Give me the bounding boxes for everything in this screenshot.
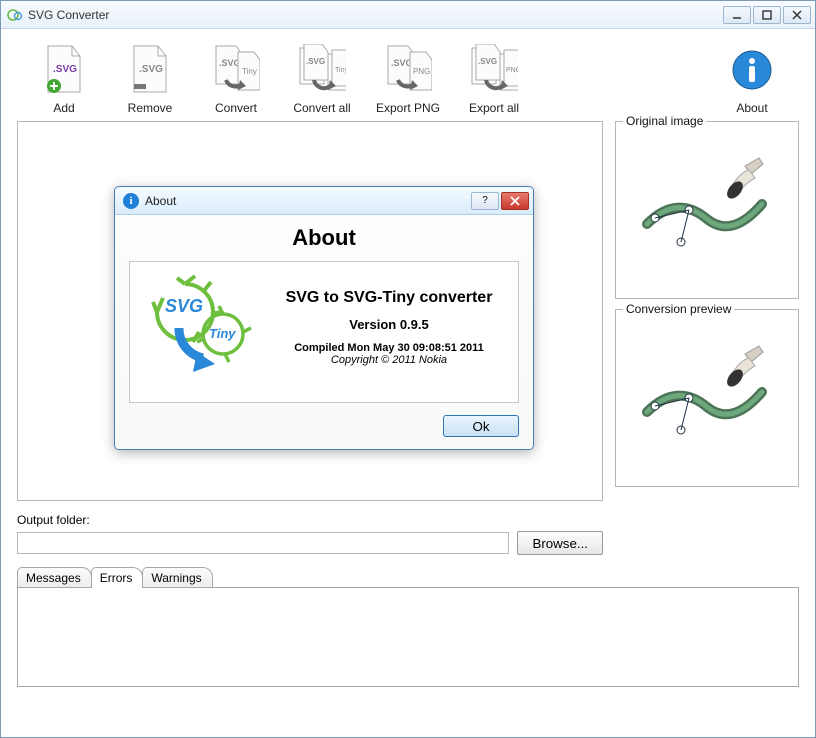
export-png-label: Export PNG (376, 101, 440, 115)
dialog-titlebar: i About ? (115, 187, 533, 215)
close-button[interactable] (783, 6, 811, 24)
info-icon (728, 43, 776, 97)
window-title: SVG Converter (28, 8, 723, 22)
output-folder-label: Output folder: (17, 513, 603, 527)
message-panel[interactable] (17, 587, 799, 687)
remove-svg-icon: .SVG (126, 43, 174, 97)
about-copyright: Copyright © 2011 Nokia (268, 354, 510, 366)
svg-text:.SVG: .SVG (306, 57, 325, 66)
toolbar: .SVG Add .SVG Remove .SVGTiny Convert .S… (1, 29, 815, 121)
maximize-button[interactable] (753, 6, 781, 24)
message-tabs: Messages Errors Warnings (17, 567, 799, 588)
dialog-close-button[interactable] (501, 192, 529, 210)
original-image-group: Original image (615, 121, 799, 299)
titlebar: SVG Converter (1, 1, 815, 29)
export-all-button[interactable]: .SVG PNG Export all (451, 43, 537, 115)
remove-label: Remove (128, 101, 173, 115)
svg-text:.SVG: .SVG (139, 64, 163, 75)
about-logo-icon: SVG Tiny (138, 272, 268, 382)
dialog-info-icon: i (123, 193, 139, 209)
add-button[interactable]: .SVG Add (21, 43, 107, 115)
about-product-name: SVG to SVG-Tiny converter (268, 288, 510, 307)
tab-messages[interactable]: Messages (17, 567, 92, 588)
tab-errors[interactable]: Errors (91, 567, 144, 588)
convert-all-label: Convert all (293, 101, 350, 115)
brush-preview-icon (637, 154, 777, 264)
original-image-label: Original image (623, 114, 706, 128)
svg-text:Tiny: Tiny (209, 326, 236, 341)
convert-button[interactable]: .SVGTiny Convert (193, 43, 279, 115)
about-content-box: SVG Tiny SVG to SVG-Tiny converter Versi… (129, 261, 519, 403)
svg-text:PNG: PNG (506, 67, 518, 74)
svg-text:.SVG: .SVG (391, 58, 413, 68)
browse-button[interactable]: Browse... (517, 531, 603, 555)
svg-text:.SVG: .SVG (219, 58, 241, 68)
tab-warnings[interactable]: Warnings (142, 567, 212, 588)
export-png-button[interactable]: .SVGPNG Export PNG (365, 43, 451, 115)
dialog-help-button[interactable]: ? (471, 192, 499, 210)
add-label: Add (53, 101, 74, 115)
output-folder-row: Output folder: Browse... (17, 513, 603, 555)
svg-text:.SVG: .SVG (478, 57, 497, 66)
svg-text:Tiny: Tiny (335, 67, 346, 74)
export-all-icon: .SVG PNG (470, 43, 518, 97)
add-svg-icon: .SVG (40, 43, 88, 97)
convert-icon: .SVGTiny (212, 43, 260, 97)
export-png-icon: .SVGPNG (384, 43, 432, 97)
window-buttons (723, 6, 811, 24)
app-icon (7, 7, 23, 23)
dialog-title: About (145, 194, 471, 208)
conversion-preview-group: Conversion preview (615, 309, 799, 487)
convert-label: Convert (215, 101, 257, 115)
about-compiled: Compiled Mon May 30 09:08:51 2011 (268, 342, 510, 354)
minimize-button[interactable] (723, 6, 751, 24)
svg-text:PNG: PNG (413, 67, 430, 76)
export-all-label: Export all (469, 101, 519, 115)
about-version: Version 0.9.5 (268, 317, 510, 332)
conversion-preview-label: Conversion preview (623, 302, 734, 316)
convert-all-button[interactable]: .SVG Tiny Convert all (279, 43, 365, 115)
output-folder-input[interactable] (17, 532, 509, 554)
about-dialog: i About ? About SVG (114, 186, 534, 450)
brush-preview-icon (637, 342, 777, 452)
about-ok-button[interactable]: Ok (443, 415, 519, 437)
convert-all-icon: .SVG Tiny (298, 43, 346, 97)
svg-text:.SVG: .SVG (53, 64, 77, 75)
about-label: About (736, 101, 767, 115)
remove-button[interactable]: .SVG Remove (107, 43, 193, 115)
svg-text:Tiny: Tiny (242, 67, 257, 76)
svg-text:SVG: SVG (165, 296, 203, 316)
about-button[interactable]: About (709, 43, 795, 115)
about-heading: About (292, 225, 356, 251)
